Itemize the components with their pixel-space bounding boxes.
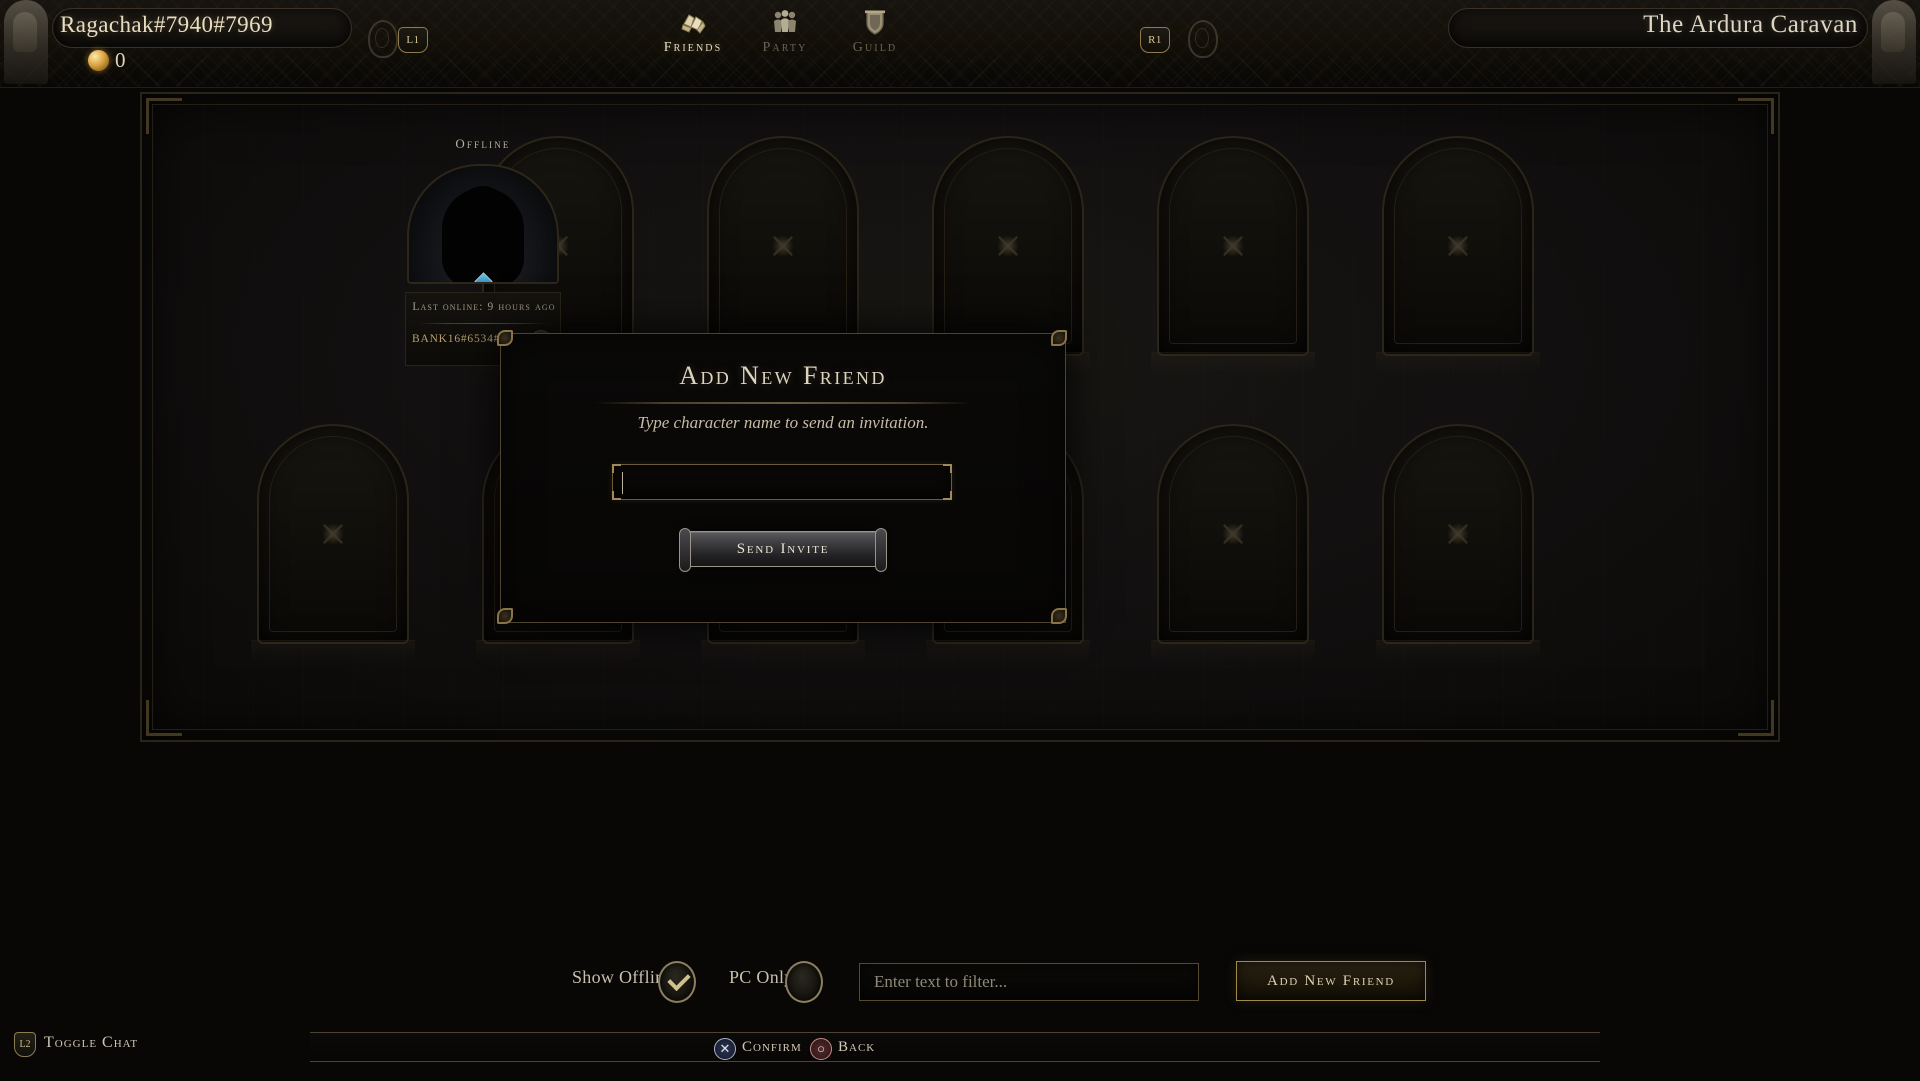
dialog-corner-bottom-left — [493, 604, 519, 630]
dialog-corner-top-right — [1047, 326, 1073, 352]
player-name: Ragachak#7940#7969 — [60, 12, 273, 37]
friend-slot-empty[interactable] — [1376, 424, 1540, 666]
cross-button-icon: ✕ — [714, 1038, 736, 1060]
input-corner-bottom-right — [943, 491, 952, 500]
right-ornament — [1178, 6, 1224, 68]
dialog-subtitle: Type character name to send an invitatio… — [637, 413, 929, 432]
button-prompt-strip: ✕ Confirm ○ Back — [310, 1032, 1600, 1062]
silhouette-portrait-icon — [442, 186, 524, 282]
slot-footer-decoration — [701, 640, 865, 666]
input-corner-bottom-left — [612, 491, 621, 500]
clan-name: The Ardura Caravan — [1643, 11, 1858, 38]
game-screen: Ragachak#7940#7969 0 L1 Friends Party Gu… — [0, 0, 1920, 1081]
add-new-friend-dialog: Add New Friend Type character name to se… — [497, 330, 1067, 624]
panel-corner-top-right — [1738, 98, 1774, 134]
pc-only-label: PC Only — [729, 967, 794, 987]
shield-icon — [820, 8, 930, 38]
friend-slot-empty[interactable] — [1151, 136, 1315, 378]
left-statue-decoration — [4, 0, 48, 84]
input-corner-top-right — [943, 464, 952, 473]
slot-footer-decoration — [1151, 352, 1315, 378]
slot-footer-decoration — [1151, 640, 1315, 666]
tab-guild[interactable]: Guild — [820, 8, 930, 56]
dialog-corner-top-left — [493, 326, 519, 352]
friend-slot-empty[interactable] — [1151, 424, 1315, 666]
toggle-chat-label: Toggle Chat — [44, 1034, 139, 1051]
top-bar: Ragachak#7940#7969 0 L1 Friends Party Gu… — [0, 0, 1920, 88]
friend-info-divider — [418, 323, 550, 324]
filter-input[interactable]: Enter text to filter... — [859, 963, 1199, 1001]
friend-slot-empty[interactable] — [701, 136, 865, 378]
slot-footer-decoration — [1376, 352, 1540, 378]
l1-bumper-hint[interactable]: L1 — [398, 27, 428, 53]
panel-corner-bottom-left — [146, 700, 182, 736]
currency-amount: 0 — [115, 48, 126, 72]
slot-footer-decoration — [926, 640, 1090, 666]
dialog-corner-bottom-right — [1047, 604, 1073, 630]
friend-slot-empty[interactable] — [926, 136, 1090, 378]
send-invite-button[interactable]: Send Invite — [679, 528, 887, 572]
send-invite-label: Send Invite — [736, 541, 830, 557]
filter-placeholder: Enter text to filter... — [874, 972, 1008, 991]
friend-last-online: Last online: 9 hours ago — [412, 301, 556, 313]
friend-portrait — [407, 164, 559, 284]
r1-bumper-hint[interactable]: R1 — [1140, 27, 1170, 53]
slot-footer-decoration — [1376, 640, 1540, 666]
slot-footer-decoration — [251, 640, 415, 666]
status-bar: L2 Toggle Chat ✕ Confirm ○ Back — [0, 1028, 1920, 1081]
confirm-label: Confirm — [742, 1039, 802, 1055]
pc-only-checkbox[interactable] — [785, 961, 823, 1003]
right-statue-decoration — [1872, 0, 1916, 84]
text-caret — [622, 472, 623, 494]
tab-guild-label: Guild — [852, 40, 898, 55]
tab-bar: Friends Party Guild — [430, 0, 1130, 70]
friend-status-label: Offline — [455, 136, 511, 151]
friend-slot-empty[interactable] — [251, 424, 415, 666]
add-new-friend-label: Add New Friend — [1267, 973, 1395, 989]
button-wing-right — [875, 528, 887, 572]
add-new-friend-button[interactable]: Add New Friend — [1236, 961, 1426, 1001]
dialog-title-divider — [595, 402, 971, 404]
friend-slot-empty[interactable] — [1376, 136, 1540, 378]
footer-controls: Show Offline PC Only Enter text to filte… — [0, 955, 1920, 1027]
panel-corner-top-left — [146, 98, 182, 134]
back-label: Back — [838, 1039, 876, 1055]
slot-footer-decoration — [476, 640, 640, 666]
show-offline-checkbox[interactable] — [658, 961, 696, 1003]
l2-key-icon: L2 — [14, 1032, 36, 1057]
panel-corner-bottom-right — [1738, 700, 1774, 736]
button-wing-left — [679, 528, 691, 572]
character-name-input[interactable] — [612, 464, 952, 500]
circle-button-icon: ○ — [810, 1038, 832, 1060]
input-corner-top-left — [612, 464, 621, 473]
dialog-title: Add New Friend — [679, 361, 887, 390]
gold-coin-icon — [88, 50, 109, 71]
